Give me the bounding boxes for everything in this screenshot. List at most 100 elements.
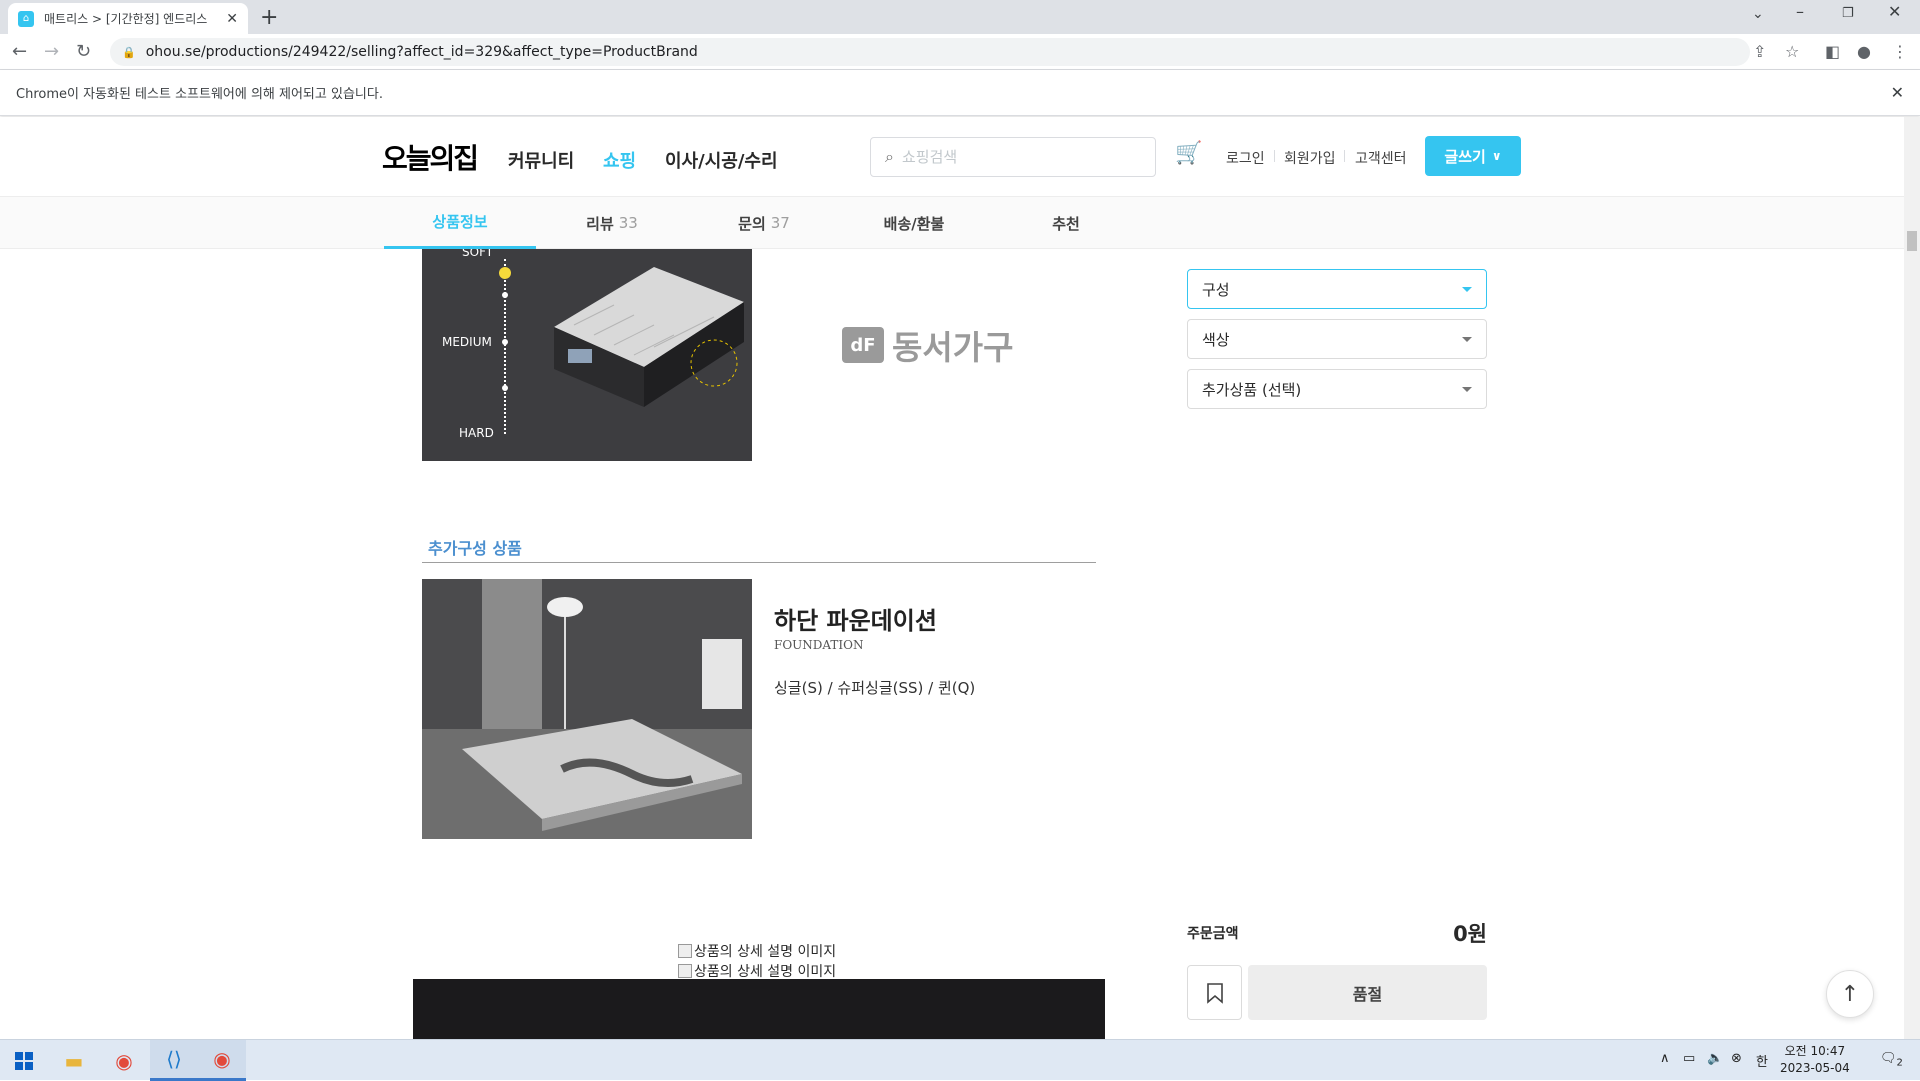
profile-icon[interactable]: ● [1857,42,1871,61]
soldout-button[interactable]: 품절 [1248,965,1487,1020]
hardness-dot [502,339,508,345]
scrollbar-thumb[interactable] [1907,231,1917,251]
lock-icon: 🔒 [122,45,136,59]
chrome-icon[interactable]: ◉ [100,1040,148,1081]
select-value: 구성 [1202,280,1230,299]
forward-icon[interactable]: → [44,41,59,62]
scrap-button[interactable] [1187,965,1242,1020]
browser-tab[interactable]: ⌂ 매트리스 > [기간한정] 엔드리스 ✕ [8,3,248,34]
page-scrollbar[interactable] [1904,117,1920,1039]
site-logo[interactable]: 오늘의집 [382,137,479,177]
hardness-dot [502,292,508,298]
tab-search-icon[interactable]: ⌄ [1752,6,1764,22]
order-amount-value: 0원 [1453,922,1487,946]
brand-name: 동서가구 [892,328,1014,367]
share-icon[interactable]: ⇪ [1753,42,1766,61]
windows-taskbar: ▬ ◉ ⟨⟩ ◉ ∧ ▭ 🔈 ⊗ 한 오전 10:47 2023-05-04 🗨… [0,1039,1920,1081]
network-icon[interactable]: ▭ [1683,1051,1695,1066]
select-value: 추가상품 (선택) [1202,380,1302,399]
hardness-dot [502,385,508,391]
volume-muted-icon[interactable]: 🔈 [1707,1051,1723,1066]
hardness-selected-dot [499,267,511,279]
cart-icon[interactable]: 🛒 [1175,141,1202,166]
side-panel-icon[interactable]: ◧ [1825,42,1840,61]
back-icon[interactable]: ← [12,41,27,62]
tab-close-icon[interactable]: ✕ [226,11,238,27]
mattress-hardness-image: SOFT MEDIUM HARD [422,249,752,461]
vscode-icon[interactable]: ⟨⟩ [150,1040,198,1081]
tab-title: 매트리스 > [기간한정] 엔드리스 [44,12,208,26]
scroll-to-top-button[interactable]: ↑ [1826,970,1874,1018]
option-select-composition[interactable]: 구성 [1187,269,1487,309]
reload-icon[interactable]: ↻ [76,41,91,62]
infobar-text: Chrome이 자동화된 테스트 소프트웨어에 의해 제어되고 있습니다. [16,87,383,102]
hardness-hard-label: HARD [459,426,494,440]
broken-image-icon [678,944,692,958]
broken-image-alt: 상품의 상세 설명 이미지 [694,964,837,980]
nav-moving[interactable]: 이사/시공/수리 [665,147,778,173]
tray-chevron-icon[interactable]: ∧ [1660,1051,1670,1066]
caret-down-icon [1462,387,1472,392]
url-text: ohou.se/productions/249422/selling?affec… [145,44,698,60]
tab-product-info[interactable]: 상품정보 [384,197,536,249]
divider [1344,150,1345,162]
broken-image: 상품의 상세 설명 이미지 [678,941,836,961]
bookmark-icon [1206,982,1223,1004]
tab-shipping[interactable]: 배송/환불 [838,197,990,249]
signup-link[interactable]: 회원가입 [1284,148,1336,168]
select-value: 색상 [1202,330,1230,349]
broken-image: 상품의 상세 설명 이미지 [678,961,836,981]
nav-community[interactable]: 커뮤니티 [508,147,574,173]
windows-start-icon[interactable] [0,1040,48,1081]
status-x-icon[interactable]: ⊗ [1731,1051,1742,1066]
option-select-color[interactable]: 색상 [1187,319,1487,359]
site-header: 오늘의집 커뮤니티 쇼핑 이사/시공/수리 ⌕ 🛒 로그인 회원가입 고객센터 … [0,117,1904,197]
caret-down-icon [1462,287,1472,292]
tab-label: 배송/환불 [883,214,945,233]
divider [422,562,1096,563]
notification-icon[interactable]: 🗨2 [1880,1051,1903,1069]
foundation-title: 하단 파운데이션 [774,607,937,635]
hardness-scale-line [504,259,506,434]
chrome-active-icon[interactable]: ◉ [198,1040,246,1081]
tab-recommend[interactable]: 추천 [990,197,1142,249]
new-tab-icon[interactable]: + [260,5,278,30]
detail-image-dark [413,979,1105,1039]
broken-image-icon [678,964,692,978]
hardness-medium-label: MEDIUM [442,335,492,349]
option-select-addon[interactable]: 추가상품 (선택) [1187,369,1487,409]
restore-icon[interactable]: ❐ [1842,6,1854,21]
dongsuh-brand-logo: dF 동서가구 [842,321,1013,369]
login-link[interactable]: 로그인 [1226,148,1265,168]
file-explorer-icon[interactable]: ▬ [50,1040,98,1081]
menu-icon[interactable]: ⋮ [1892,42,1908,61]
minimize-icon[interactable]: – [1796,2,1804,21]
search-input[interactable] [901,148,1122,166]
ohouse-favicon-icon: ⌂ [18,10,34,27]
tab-reviews[interactable]: 리뷰 33 [536,197,688,249]
address-bar-row: ← → ↻ 🔒 ohou.se/productions/249422/selli… [0,34,1920,70]
support-link[interactable]: 고객센터 [1355,148,1407,168]
foundation-sizes: 싱글(S) / 슈퍼싱글(SS) / 퀸(Q) [774,679,976,697]
divider [1274,150,1275,162]
ime-indicator[interactable]: 한 [1756,1051,1768,1070]
notification-count: 2 [1896,1057,1903,1069]
foundation-subtitle: FOUNDATION [774,638,864,652]
bookmark-star-icon[interactable]: ☆ [1785,42,1799,61]
nav-shopping[interactable]: 쇼핑 [603,147,636,173]
search-box[interactable]: ⌕ [870,137,1156,177]
tab-count: 37 [770,214,790,232]
tab-label: 문의 [738,214,766,233]
broken-image-alt: 상품의 상세 설명 이미지 [694,944,837,960]
chevron-down-icon: ∨ [1491,149,1502,163]
omnibox[interactable]: 🔒 ohou.se/productions/249422/selling?aff… [110,38,1750,66]
hardness-soft-label: SOFT [462,249,494,259]
tab-questions[interactable]: 문의 37 [688,197,840,249]
tab-label: 리뷰 [586,214,614,233]
write-button[interactable]: 글쓰기 ∨ [1425,136,1521,176]
window-close-icon[interactable]: ✕ [1888,2,1901,21]
system-clock[interactable]: 오전 10:47 2023-05-04 [1780,1043,1850,1077]
order-amount-label: 주문금액 [1187,926,1239,942]
infobar-close-icon[interactable]: ✕ [1891,83,1904,102]
product-tab-nav: 상품정보 리뷰 33 문의 37 배송/환불 추천 [0,197,1904,249]
